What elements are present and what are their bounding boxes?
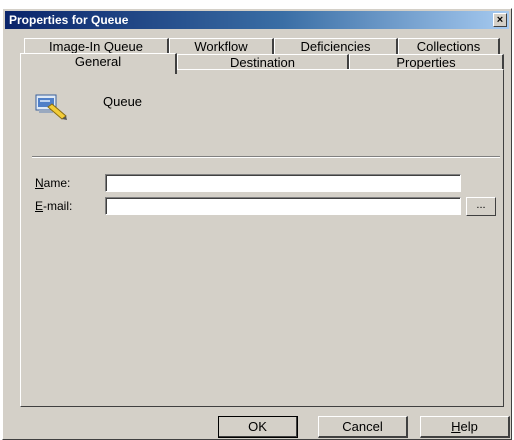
queue-icon	[35, 94, 67, 120]
tab-label: Deficiencies	[300, 39, 371, 54]
email-label: E-mail:	[35, 199, 72, 213]
dialog-title: Properties for Queue	[9, 13, 129, 27]
tab-label: Image-In Queue	[49, 39, 143, 54]
tab-label: General	[74, 54, 122, 69]
close-button[interactable]: ×	[493, 13, 507, 27]
email-label-accel: E	[35, 199, 44, 213]
cancel-button[interactable]: Cancel	[318, 416, 408, 438]
general-tab-panel	[20, 69, 504, 407]
object-type-label: Queue	[103, 94, 143, 109]
name-label-rest: ame:	[43, 176, 71, 190]
tab-label: Destination	[229, 55, 296, 70]
help-label-accel: H	[451, 419, 461, 434]
help-label-rest: elp	[460, 419, 478, 434]
name-label: Name:	[35, 176, 70, 190]
email-field[interactable]	[105, 197, 461, 215]
tab-label: Properties	[396, 55, 456, 70]
tab-label: Collections	[416, 39, 481, 54]
help-button[interactable]: Help	[420, 416, 510, 438]
close-icon: ×	[496, 14, 504, 26]
separator	[32, 156, 500, 158]
name-field[interactable]	[105, 174, 461, 192]
tab-label: Workflow	[194, 39, 248, 54]
tab-general[interactable]: General	[20, 53, 177, 74]
ok-button[interactable]: OK	[218, 416, 298, 438]
title-bar[interactable]: Properties for Queue ×	[5, 11, 509, 29]
email-label-rest: -mail:	[43, 199, 73, 213]
browse-email-button[interactable]: ...	[466, 197, 496, 216]
name-label-accel: N	[35, 176, 44, 190]
